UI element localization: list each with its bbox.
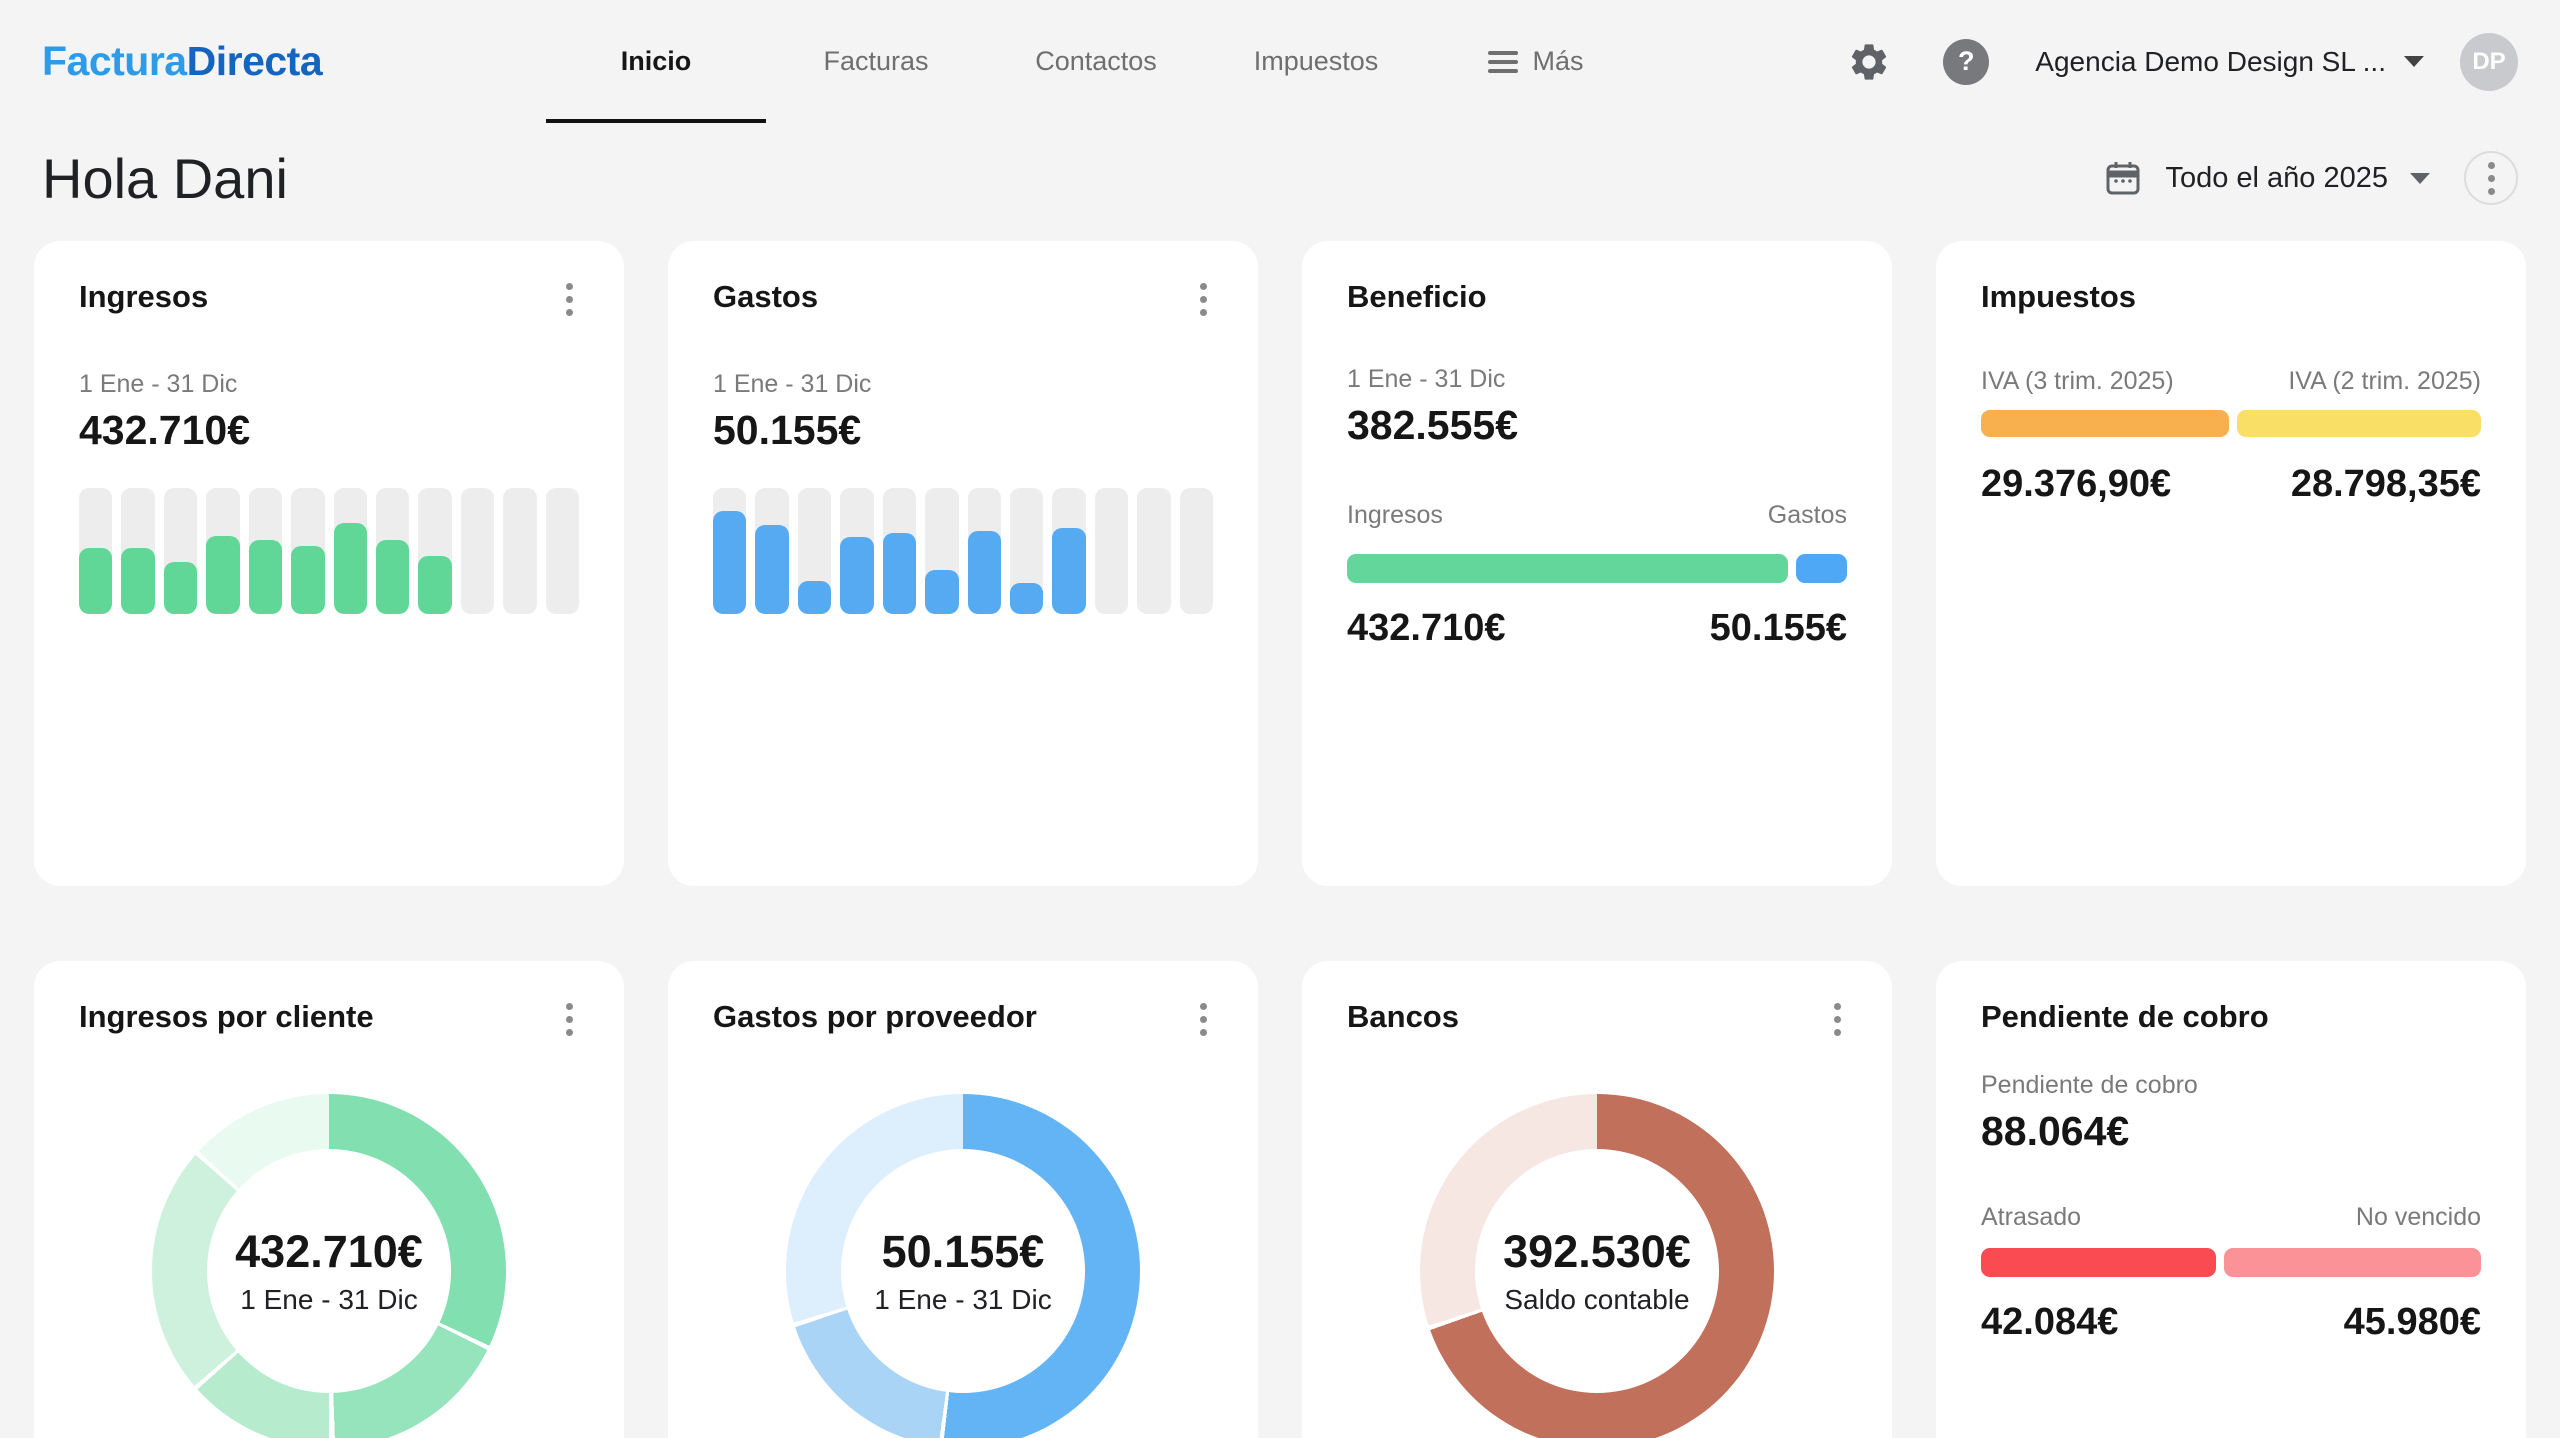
card-gastos-por-proveedor: Gastos por proveedor 50.155€ 1 Ene - 31 …	[668, 961, 1258, 1438]
brand-logo-part1: Factura	[42, 38, 187, 84]
card-bancos: Bancos 392.530€ Saldo contable	[1302, 961, 1892, 1438]
kebab-icon	[566, 283, 573, 316]
tab-inicio[interactable]: Inicio	[546, 0, 766, 123]
chevron-down-icon	[2404, 56, 2424, 67]
card-impuestos-title: Impuestos	[1981, 279, 2136, 315]
card-gastos: Gastos 1 Ene - 31 Dic 50.155€	[668, 241, 1258, 886]
main-nav: Inicio Facturas Contactos Impuestos Más	[546, 0, 1646, 123]
impuestos-left-label: IVA (3 trim. 2025)	[1981, 367, 2174, 396]
pendiente-split-bar	[1981, 1248, 2481, 1277]
kebab-icon	[1200, 283, 1207, 316]
beneficio-right-value: 50.155€	[1710, 607, 1847, 650]
pendiente-right-label: No vencido	[2356, 1203, 2481, 1232]
pendiente-left-label: Atrasado	[1981, 1203, 2081, 1232]
tab-contactos[interactable]: Contactos	[986, 0, 1206, 123]
beneficio-left-label: Ingresos	[1347, 501, 1443, 530]
impuestos-left-value: 29.376,90€	[1981, 463, 2171, 506]
card-gastos-period: 1 Ene - 31 Dic	[713, 370, 1213, 399]
top-bar: FacturaDirecta Inicio Facturas Contactos…	[0, 0, 2560, 123]
kebab-icon	[1200, 1003, 1207, 1036]
card-ingresos-title: Ingresos	[79, 279, 208, 315]
help-icon: ?	[1958, 46, 1975, 77]
avatar[interactable]: DP	[2460, 33, 2518, 91]
tab-contactos-label: Contactos	[1035, 46, 1157, 77]
card-gastos-title: Gastos	[713, 279, 818, 315]
card-pendiente-title: Pendiente de cobro	[1981, 999, 2269, 1035]
subheader: Hola Dani Todo el año 2025	[0, 123, 2560, 227]
account-name: Agencia Demo Design SL ...	[2035, 46, 2386, 78]
donut-center-value: 50.155€	[882, 1226, 1045, 1278]
avatar-initials: DP	[2472, 48, 2505, 76]
donut-center-value: 432.710€	[235, 1226, 423, 1278]
card-impuestos: Impuestos IVA (3 trim. 2025) IVA (2 trim…	[1936, 241, 2526, 886]
beneficio-split-bar	[1347, 554, 1847, 583]
card-ingresos-por-cliente: Ingresos por cliente 432.710€ 1 Ene - 31…	[34, 961, 624, 1438]
card-ingresos-por-cliente-menu-button[interactable]	[560, 999, 579, 1040]
chevron-down-icon	[2410, 173, 2430, 184]
pendiente-label: Pendiente de cobro	[1981, 1071, 2481, 1100]
subheader-controls: Todo el año 2025	[2103, 151, 2518, 205]
card-bancos-title: Bancos	[1347, 999, 1459, 1035]
impuestos-right-value: 28.798,35€	[2291, 463, 2481, 506]
tab-impuestos[interactable]: Impuestos	[1206, 0, 1426, 123]
kebab-icon	[1834, 1003, 1841, 1036]
tab-mas[interactable]: Más	[1426, 0, 1646, 123]
bancos-donut-chart: 392.530€ Saldo contable	[1420, 1094, 1774, 1438]
card-beneficio-title: Beneficio	[1347, 279, 1487, 315]
account-menu[interactable]: Agencia Demo Design SL ...	[2035, 46, 2424, 78]
dashboard-menu-button[interactable]	[2464, 151, 2518, 205]
page-title: Hola Dani	[42, 146, 288, 211]
gastos-por-proveedor-donut-chart: 50.155€ 1 Ene - 31 Dic	[786, 1094, 1140, 1438]
period-label: Todo el año 2025	[2165, 162, 2388, 195]
ingresos-bar-chart	[79, 488, 579, 614]
card-beneficio-period: 1 Ene - 31 Dic	[1347, 365, 1847, 394]
card-ingresos: Ingresos 1 Ene - 31 Dic 432.710€	[34, 241, 624, 886]
help-button[interactable]: ?	[1943, 39, 1989, 85]
pendiente-value: 88.064€	[1981, 1108, 2481, 1155]
card-ingresos-por-cliente-title: Ingresos por cliente	[79, 999, 374, 1035]
donut-center-label: 1 Ene - 31 Dic	[240, 1284, 417, 1316]
beneficio-right-label: Gastos	[1768, 501, 1847, 530]
card-gastos-por-proveedor-menu-button[interactable]	[1194, 999, 1213, 1040]
tab-facturas[interactable]: Facturas	[766, 0, 986, 123]
cards-grid: Ingresos 1 Ene - 31 Dic 432.710€ Gastos …	[0, 227, 2560, 1438]
settings-button[interactable]	[1847, 40, 1891, 84]
tab-impuestos-label: Impuestos	[1254, 46, 1379, 77]
tab-mas-label: Más	[1532, 46, 1583, 77]
card-ingresos-menu-button[interactable]	[560, 279, 579, 320]
card-pendiente-de-cobro: Pendiente de cobro Pendiente de cobro 88…	[1936, 961, 2526, 1438]
donut-center-label: Saldo contable	[1504, 1284, 1689, 1316]
menu-icon	[1488, 51, 1518, 73]
gastos-bar-chart	[713, 488, 1213, 614]
ingresos-por-cliente-donut-chart: 432.710€ 1 Ene - 31 Dic	[152, 1094, 506, 1438]
donut-center-label: 1 Ene - 31 Dic	[874, 1284, 1051, 1316]
pendiente-right-value: 45.980€	[2344, 1301, 2481, 1344]
card-gastos-menu-button[interactable]	[1194, 279, 1213, 320]
pendiente-left-value: 42.084€	[1981, 1301, 2118, 1344]
impuestos-split-bar	[1981, 410, 2481, 437]
calendar-icon	[2103, 158, 2143, 198]
impuestos-right-label: IVA (2 trim. 2025)	[2288, 367, 2481, 396]
beneficio-left-value: 432.710€	[1347, 607, 1506, 650]
card-beneficio: Beneficio 1 Ene - 31 Dic 382.555€ Ingres…	[1302, 241, 1892, 886]
donut-center-value: 392.530€	[1503, 1226, 1691, 1278]
card-bancos-menu-button[interactable]	[1828, 999, 1847, 1040]
card-gastos-por-proveedor-title: Gastos por proveedor	[713, 999, 1037, 1035]
kebab-icon	[2488, 162, 2495, 195]
tab-facturas-label: Facturas	[823, 46, 928, 77]
period-selector[interactable]: Todo el año 2025	[2103, 158, 2430, 198]
brand-logo-part2: Directa	[187, 38, 323, 84]
card-beneficio-value: 382.555€	[1347, 402, 1847, 449]
card-gastos-value: 50.155€	[713, 407, 1213, 454]
card-ingresos-period: 1 Ene - 31 Dic	[79, 370, 579, 399]
tab-inicio-label: Inicio	[621, 46, 692, 77]
top-right-controls: ? Agencia Demo Design SL ... DP	[1847, 33, 2518, 91]
gear-icon	[1847, 40, 1891, 84]
card-ingresos-value: 432.710€	[79, 407, 579, 454]
brand-logo[interactable]: FacturaDirecta	[42, 38, 322, 85]
kebab-icon	[566, 1003, 573, 1036]
